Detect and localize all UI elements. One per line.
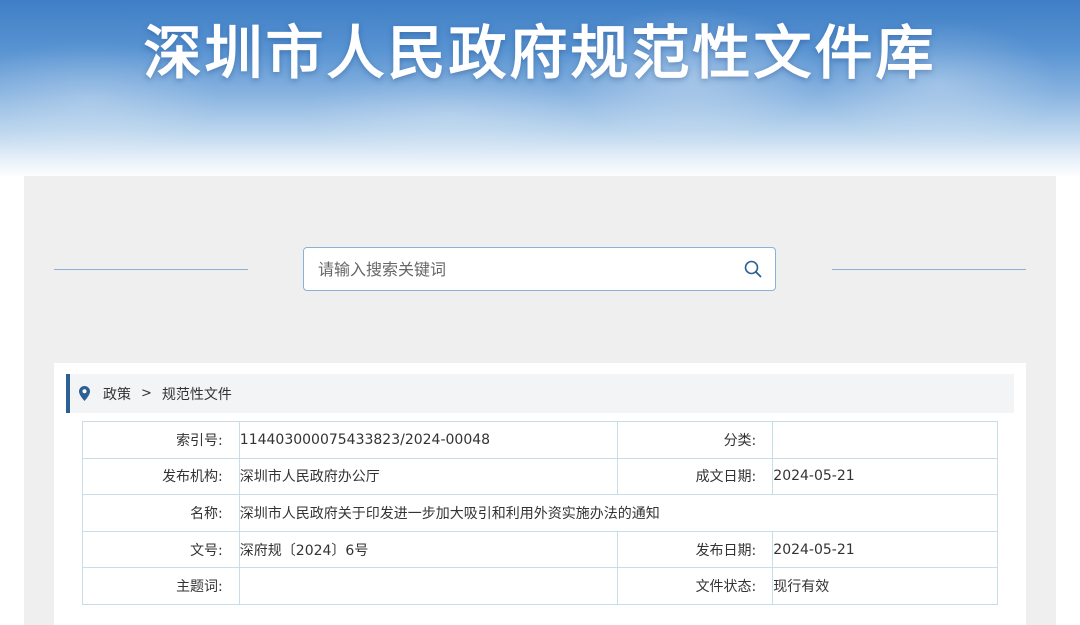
location-pin-icon <box>79 386 91 402</box>
created-date-label: 成文日期: <box>617 457 774 496</box>
publish-date-label: 发布日期: <box>617 530 774 569</box>
table-row: 索引号: 114403000075433823/2024-00048 分类: <box>82 421 998 459</box>
search-button[interactable] <box>739 255 767 283</box>
divider-line <box>54 269 248 270</box>
table-row: 发布机构: 深圳市人民政府办公厅 成文日期: 2024-05-21 <box>82 457 998 496</box>
subject-words-label: 主题词: <box>82 567 240 605</box>
document-info-table: 索引号: 114403000075433823/2024-00048 分类: 发… <box>82 421 999 605</box>
index-number-value: 114403000075433823/2024-00048 <box>238 421 619 459</box>
publish-date-value: 2024-05-21 <box>772 530 998 569</box>
category-value <box>772 421 998 459</box>
subject-words-value <box>238 567 619 605</box>
category-label: 分类: <box>617 421 774 459</box>
document-status-value: 现行有效 <box>772 567 998 605</box>
document-number-label: 文号: <box>82 530 240 569</box>
breadcrumb-separator: > <box>141 386 152 401</box>
index-number-label: 索引号: <box>82 421 240 459</box>
table-row: 文号: 深府规〔2024〕6号 发布日期: 2024-05-21 <box>82 530 998 569</box>
table-row: 名称: 深圳市人民政府关于印发进一步加大吸引和利用外资实施办法的通知 <box>82 494 999 532</box>
search-input[interactable] <box>304 248 724 290</box>
search-icon <box>744 260 762 278</box>
search-box <box>303 247 776 291</box>
table-row: 主题词: 文件状态: 现行有效 <box>82 567 998 605</box>
publisher-value: 深圳市人民政府办公厅 <box>238 457 619 496</box>
breadcrumb-item-normative-documents[interactable]: 规范性文件 <box>162 384 232 404</box>
header-banner: 深圳市人民政府规范性文件库 <box>0 0 1080 178</box>
document-info-card: 政策 > 规范性文件 索引号: 114403000075433823/2024-… <box>54 363 1026 625</box>
site-title: 深圳市人民政府规范性文件库 <box>143 19 937 87</box>
breadcrumb-item-policy[interactable]: 政策 <box>103 384 131 404</box>
breadcrumb: 政策 > 规范性文件 <box>66 374 1014 413</box>
publisher-label: 发布机构: <box>82 457 240 496</box>
document-name-value: 深圳市人民政府关于印发进一步加大吸引和利用外资实施办法的通知 <box>238 494 999 532</box>
document-status-label: 文件状态: <box>617 567 774 605</box>
document-name-label: 名称: <box>82 494 240 532</box>
main-panel: 政策 > 规范性文件 索引号: 114403000075433823/2024-… <box>24 176 1056 625</box>
divider-line <box>832 269 1026 270</box>
created-date-value: 2024-05-21 <box>772 457 998 496</box>
document-number-value: 深府规〔2024〕6号 <box>238 530 619 569</box>
